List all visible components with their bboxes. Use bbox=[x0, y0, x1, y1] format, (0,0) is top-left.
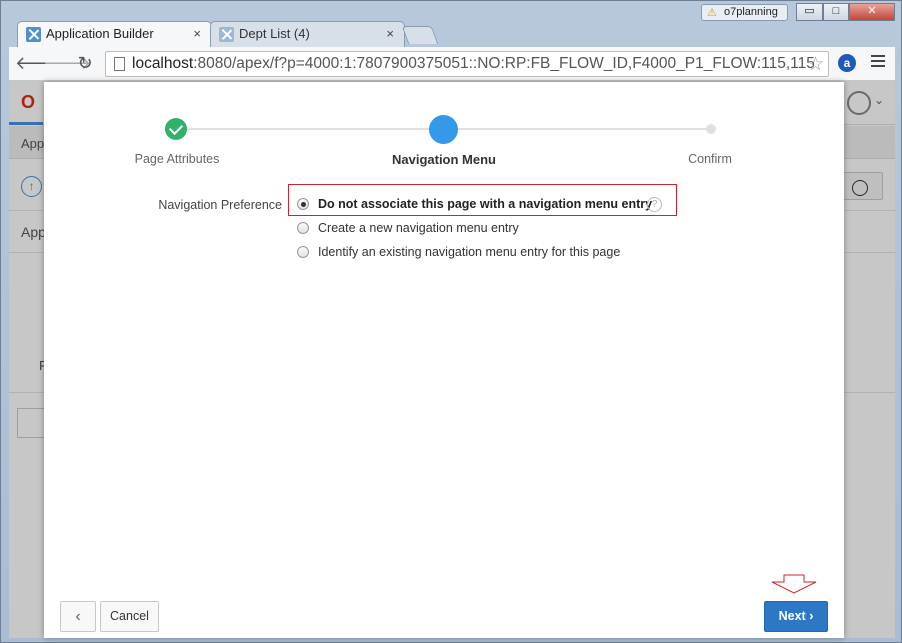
down-arrow-annotation-icon bbox=[771, 574, 817, 594]
close-icon: ✕ bbox=[867, 5, 877, 17]
radio-button[interactable] bbox=[297, 246, 309, 258]
radio-button[interactable] bbox=[297, 222, 309, 234]
radio-button[interactable] bbox=[297, 198, 309, 210]
step-done-check-icon bbox=[165, 118, 187, 140]
browser-window: ⚠ o7planning ▭ □ ✕ Application Builder ×… bbox=[0, 0, 902, 643]
url-host: localhost bbox=[132, 55, 194, 72]
step-label-confirm: Confirm bbox=[688, 152, 732, 166]
url-text[interactable]: localhost:8080/apex/f?p=4000:1:780790037… bbox=[132, 55, 815, 73]
apex-favicon-icon bbox=[219, 27, 234, 42]
cancel-button[interactable]: Cancel bbox=[100, 601, 159, 632]
step-future-dot bbox=[706, 124, 716, 134]
navigation-preference-label: Navigation Preference bbox=[158, 198, 282, 212]
apex-favicon-icon bbox=[26, 27, 41, 42]
step-label-page-attributes: Page Attributes bbox=[134, 152, 220, 166]
extension-icon[interactable]: a bbox=[838, 54, 856, 72]
maximize-icon: □ bbox=[832, 5, 840, 17]
address-bar[interactable]: localhost:8080/apex/f?p=4000:1:780790037… bbox=[105, 51, 829, 77]
tab-bar: Application Builder × Dept List (4) × bbox=[9, 19, 899, 47]
previous-button[interactable]: ‹ bbox=[60, 601, 96, 632]
tab-application-builder[interactable]: Application Builder × bbox=[17, 21, 212, 47]
create-page-wizard-dialog: Page Attributes Navigation Menu Confirm … bbox=[44, 82, 844, 638]
tab-close-icon[interactable]: × bbox=[193, 22, 201, 46]
help-icon[interactable]: ? bbox=[647, 197, 662, 212]
url-path: :8080/apex/f?p=4000:1:7807900375051::NO:… bbox=[193, 55, 815, 72]
browser-menu-icon[interactable] bbox=[871, 55, 885, 69]
step-label-navigation-menu: Navigation Menu bbox=[391, 152, 496, 167]
forward-arrow-icon[interactable]: 🡒 bbox=[43, 51, 91, 75]
new-tab-button[interactable] bbox=[401, 26, 439, 44]
step-current-dot bbox=[429, 115, 458, 144]
tab-close-icon[interactable]: × bbox=[386, 22, 394, 46]
radio-label: Identify an existing navigation menu ent… bbox=[318, 245, 621, 259]
page-icon bbox=[114, 57, 125, 71]
tab-title: Dept List (4) bbox=[239, 26, 310, 41]
back-arrow-icon[interactable]: 🡐 bbox=[15, 51, 63, 75]
reload-icon[interactable]: ↻ bbox=[73, 51, 97, 75]
minimize-icon: ▭ bbox=[804, 5, 815, 17]
tab-title: Application Builder bbox=[46, 26, 154, 41]
browser-toolbar: 🡐 🡒 ↻ localhost:8080/apex/f?p=4000:1:780… bbox=[9, 47, 895, 81]
radio-label: Create a new navigation menu entry bbox=[318, 221, 519, 235]
profile-name: o7planning bbox=[724, 6, 778, 18]
tab-dept-list[interactable]: Dept List (4) × bbox=[210, 21, 405, 47]
bookmark-star-icon[interactable]: ☆ bbox=[807, 53, 824, 76]
next-button[interactable]: Next › bbox=[764, 601, 828, 632]
radio-label: Do not associate this page with a naviga… bbox=[318, 197, 653, 211]
